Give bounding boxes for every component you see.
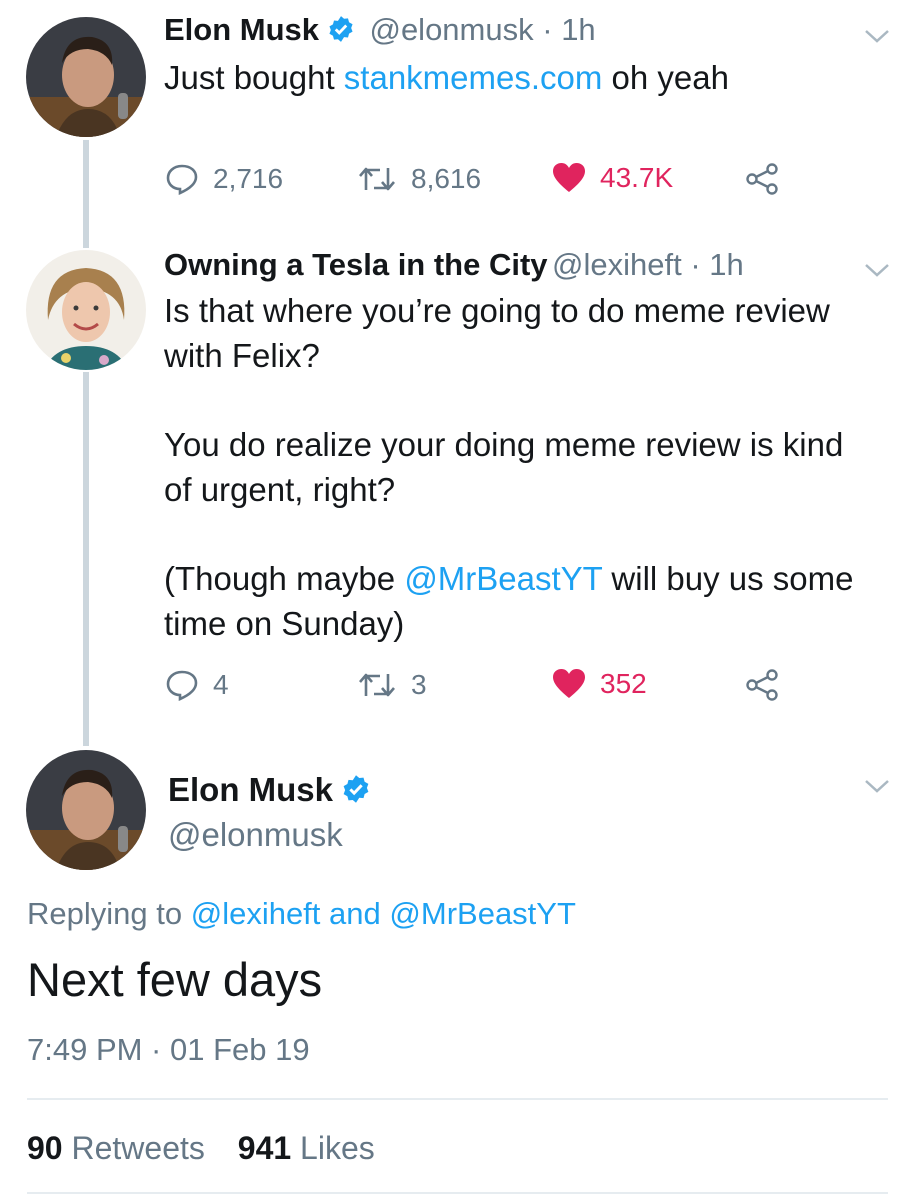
retweets-label: Retweets xyxy=(71,1130,205,1166)
avatar[interactable] xyxy=(26,750,146,870)
tweet-text-line: with Felix? xyxy=(164,337,320,374)
divider xyxy=(27,1098,888,1100)
retweet-total: 90 xyxy=(27,1130,63,1166)
retweet-count: 3 xyxy=(411,669,427,700)
replying-label: Replying to xyxy=(27,896,183,931)
mention-link[interactable]: @MrBeastYT xyxy=(404,560,602,597)
share-icon xyxy=(746,163,778,195)
mention-link[interactable]: @lexiheft xyxy=(191,896,321,931)
heart-icon xyxy=(553,669,585,698)
author-handle[interactable]: @elonmusk xyxy=(369,12,533,47)
tweet-link[interactable]: stankmemes.com xyxy=(344,59,603,96)
engagement-stats: 90 Retweets 941 Likes xyxy=(27,1130,375,1167)
share-button[interactable] xyxy=(745,669,779,701)
reply-icon xyxy=(166,670,198,702)
tweet-time[interactable]: 1h xyxy=(561,12,595,47)
tweet-time[interactable]: 1h xyxy=(709,247,743,282)
main-tweet-text: Next few days xyxy=(27,953,323,1006)
chevron-down-icon[interactable] xyxy=(864,262,890,278)
tweet1-header: Elon Musk @elonmusk · 1h xyxy=(164,12,596,47)
tweet2-header: Owning a Tesla in the City @lexiheft · 1… xyxy=(164,247,744,282)
author-name[interactable]: Owning a Tesla in the City xyxy=(164,247,548,282)
like-count: 352 xyxy=(600,668,647,699)
main-author: Elon Musk xyxy=(168,771,371,809)
likes-label: Likes xyxy=(300,1130,375,1166)
tweet-text-line: time on Sunday) xyxy=(164,605,405,642)
mention-link[interactable]: @MrBeastYT xyxy=(389,896,576,931)
tweet-text: (Though maybe xyxy=(164,560,405,597)
thread-line-1 xyxy=(83,140,89,248)
tweet1-text: Just bought stankmemes.com oh yeah xyxy=(164,55,729,100)
tweet-text: oh yeah xyxy=(602,59,729,96)
reply-count: 4 xyxy=(213,669,229,700)
like-total: 941 xyxy=(237,1130,292,1166)
reply-icon xyxy=(166,164,198,196)
share-button[interactable] xyxy=(745,163,779,195)
replying-and: and xyxy=(329,896,381,931)
author-handle[interactable]: @lexiheft xyxy=(552,247,682,282)
verified-badge-icon xyxy=(341,774,371,804)
like-button[interactable]: 43.7K xyxy=(552,162,673,194)
retweet-button[interactable]: 8,616 xyxy=(357,162,481,196)
tweet-timestamp[interactable]: 7:49 PM · 01 Feb 19 xyxy=(27,1032,310,1068)
reply-button[interactable]: 4 xyxy=(165,668,229,702)
retweet-icon xyxy=(359,673,395,697)
retweet-count: 8,616 xyxy=(411,163,482,194)
chevron-down-icon[interactable] xyxy=(864,28,890,44)
tweet-text-line: (Though maybe @MrBeastYT will buy us som… xyxy=(164,556,854,601)
author-name[interactable]: Elon Musk xyxy=(168,771,333,808)
thread-line-2 xyxy=(83,372,89,746)
share-icon xyxy=(746,669,778,701)
chevron-down-icon[interactable] xyxy=(864,778,890,794)
tweet2-text: Is that where you’re going to do meme re… xyxy=(164,288,854,646)
retweets-stat[interactable]: 90 Retweets xyxy=(27,1130,205,1166)
avatar[interactable] xyxy=(26,17,146,137)
tweet-text-line: Is that where you’re going to do meme re… xyxy=(164,292,830,329)
tweet-text: Just bought xyxy=(164,59,344,96)
tweet-text-line: of urgent, right? xyxy=(164,471,396,508)
replying-to: Replying to @lexiheft and @MrBeastYT xyxy=(27,896,576,932)
like-button[interactable]: 352 xyxy=(552,668,647,700)
likes-stat[interactable]: 941 Likes xyxy=(238,1130,375,1166)
reply-count: 2,716 xyxy=(213,163,284,194)
retweet-icon xyxy=(359,167,395,191)
avatar[interactable] xyxy=(26,250,146,370)
heart-icon xyxy=(553,163,585,192)
reply-button[interactable]: 2,716 xyxy=(165,162,283,196)
tweet-text-line: You do realize your doing meme review is… xyxy=(164,426,844,463)
like-count: 43.7K xyxy=(600,162,674,193)
author-handle[interactable]: @elonmusk xyxy=(168,816,343,854)
author-name[interactable]: Elon Musk xyxy=(164,12,319,47)
tweet-text: will buy us some xyxy=(602,560,854,597)
retweet-button[interactable]: 3 xyxy=(357,668,427,702)
divider xyxy=(27,1192,888,1194)
verified-badge-icon xyxy=(327,15,355,43)
